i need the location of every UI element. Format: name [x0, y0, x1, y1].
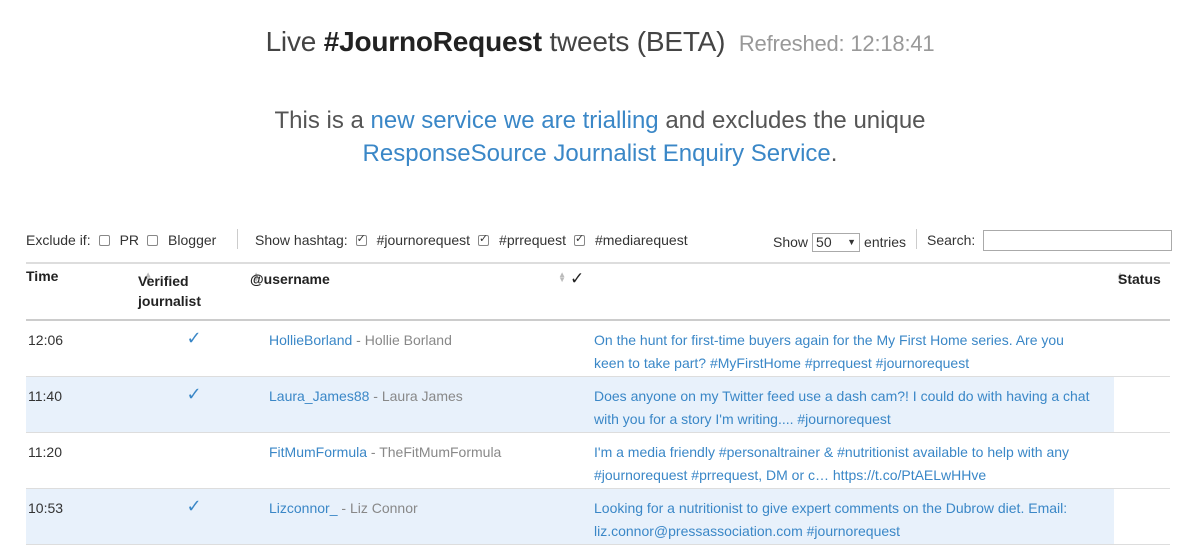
title-suffix: tweets (BETA): [549, 26, 726, 57]
journalist-enquiry-link[interactable]: ResponseSource Journalist Enquiry Servic…: [363, 140, 831, 167]
hashtag-mediarequest-checkbox[interactable]: [573, 232, 585, 246]
real-name: - Liz Connor: [337, 499, 418, 516]
hashtag-group: Show hashtag: #journorequest #prrequest …: [255, 229, 688, 251]
col-check-header[interactable]: ✓ ▲ ▼: [570, 263, 1124, 320]
row-time: 11:20: [26, 432, 138, 488]
username-link[interactable]: Laura_James88: [269, 388, 369, 404]
row-time: 12:06: [26, 320, 138, 376]
row-user: HollieBorland - Hollie Borland: [250, 320, 570, 376]
new-service-link[interactable]: new service we are trialling: [371, 107, 659, 134]
verified-check-icon: ✓: [138, 488, 250, 544]
col-time-header[interactable]: Time ▲ ▼: [26, 263, 152, 320]
tweet-text[interactable]: I'm a media friendly #personaltrainer & …: [570, 432, 1114, 488]
row-user: FitMumFormula - TheFitMumFormula: [250, 432, 570, 488]
filter-controls: Exclude if: PR Blogger Show hashtag: #jo…: [26, 229, 1173, 253]
entries-label: entries: [864, 234, 907, 250]
exclude-group: Exclude if: PR Blogger: [26, 229, 216, 251]
table-row[interactable]: 10:53 ✓ Lizconnor_ - Liz Connor Looking …: [26, 488, 1170, 544]
username-link[interactable]: FitMumFormula: [269, 444, 367, 460]
row-status: [1114, 432, 1170, 488]
row-status: [1114, 320, 1170, 376]
search-label: Search:: [927, 232, 976, 248]
username-link[interactable]: HollieBorland: [269, 332, 352, 348]
title-prefix: Live: [265, 26, 317, 57]
intro-part1: This is a: [274, 107, 364, 134]
search-input[interactable]: [983, 229, 1173, 251]
username-link[interactable]: Lizconnor_: [269, 500, 338, 516]
exclude-blogger-checkbox[interactable]: [147, 234, 159, 246]
hashtag-journorequest-checkbox[interactable]: [355, 232, 367, 246]
show-label: Show: [773, 234, 809, 250]
entries-group: Show 50 entries: [773, 231, 906, 253]
intro-text: This is a new service we are trialling a…: [0, 104, 1200, 170]
tweet-text[interactable]: On the hunt for first-time buyers again …: [570, 320, 1114, 376]
page-title: Live #JournoRequest tweets (BETA) Refres…: [0, 26, 1200, 58]
intro-part2: and excludes the unique: [665, 107, 926, 134]
hashtag-prrequest-checkbox[interactable]: [478, 232, 490, 246]
controls-divider: [237, 229, 238, 249]
verified-check-icon: ✓: [138, 376, 250, 432]
tweet-text[interactable]: Does anyone on my Twitter feed use a das…: [570, 376, 1114, 432]
row-user: Lizconnor_ - Liz Connor: [250, 488, 570, 544]
table-row[interactable]: 11:20 FitMumFormula - TheFitMumFormula I…: [26, 432, 1170, 488]
exclude-label: Exclude if:: [26, 232, 91, 248]
table-header-row: Time ▲ ▼ Verified journalist ▲ ▼ @username…: [26, 263, 1170, 320]
col-username-header[interactable]: @username ▲ ▼: [250, 263, 570, 320]
real-name: - Hollie Borland: [352, 332, 452, 348]
row-time: 11:40: [26, 376, 138, 432]
hashtag-mediarequest-label: #mediarequest: [594, 232, 688, 248]
table-row[interactable]: 12:06 ✓ HollieBorland - Hollie Borland O…: [26, 320, 1170, 376]
row-status: [1114, 488, 1170, 544]
refreshed-time: Refreshed: 12:18:41: [738, 31, 935, 56]
tweets-table: Time ▲ ▼ Verified journalist ▲ ▼ @username…: [26, 262, 1170, 545]
controls-divider-2: [916, 229, 917, 249]
hashtag-journorequest-label: #journorequest: [376, 232, 471, 248]
verified-check-icon: ✓: [138, 320, 250, 376]
real-name: - Laura James: [369, 387, 463, 404]
table-row[interactable]: 11:40 ✓ Laura_James88 - Laura James Does…: [26, 376, 1170, 432]
col-status-header[interactable]: Status: [1114, 263, 1170, 320]
real-name: - TheFitMumFormula: [367, 443, 502, 460]
sort-icon: ▲ ▼: [558, 270, 566, 284]
hashtag-prrequest-label: #prrequest: [499, 232, 566, 248]
tweet-text[interactable]: Looking for a nutritionist to give exper…: [570, 488, 1114, 544]
hashtag-label: Show hashtag:: [255, 232, 348, 248]
entries-select[interactable]: 50: [812, 232, 861, 252]
title-brand: #JournoRequest: [323, 26, 542, 57]
exclude-pr-label: PR: [119, 232, 140, 248]
row-user: Laura_James88 - Laura James: [250, 376, 570, 432]
verified-check-icon: [138, 432, 250, 488]
col-verified-header[interactable]: Verified journalist ▲ ▼: [138, 263, 260, 320]
exclude-blogger-label: Blogger: [168, 232, 217, 248]
exclude-pr-checkbox[interactable]: [98, 234, 110, 246]
intro-end: .: [830, 140, 838, 167]
search-group: Search:: [927, 229, 1173, 251]
row-time: 10:53: [26, 488, 138, 544]
row-status: [1114, 376, 1170, 432]
